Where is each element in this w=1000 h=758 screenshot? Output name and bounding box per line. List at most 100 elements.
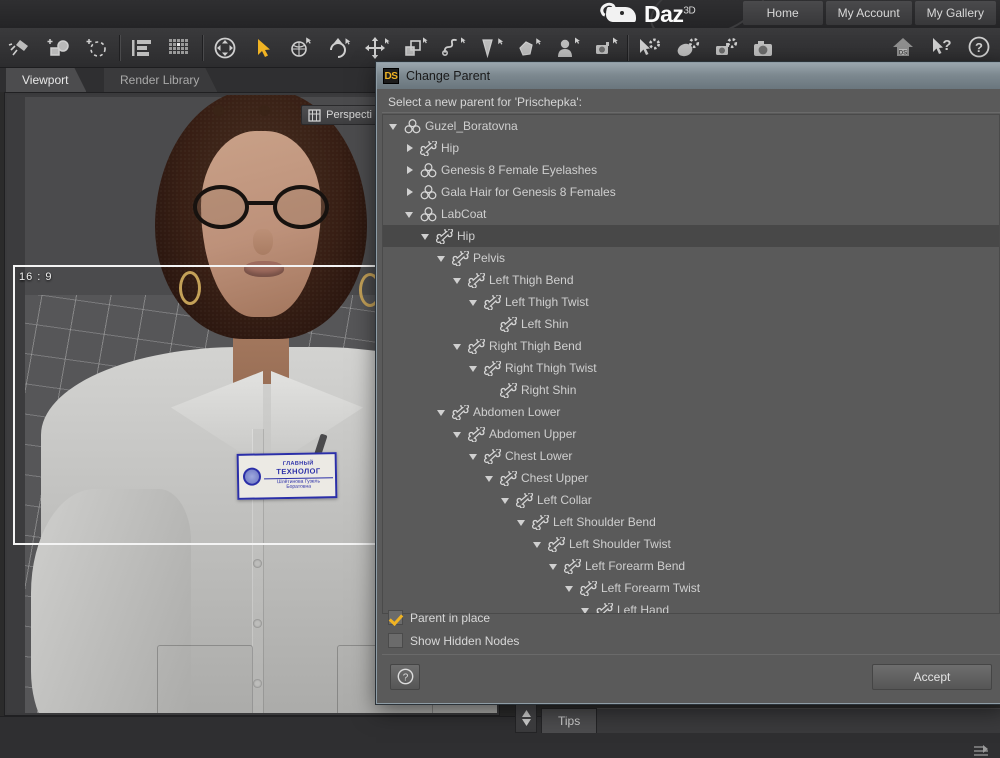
accept-button-label: Accept — [913, 669, 951, 684]
surface-selection-icon[interactable] — [510, 29, 548, 67]
coat-button — [253, 619, 262, 628]
status-log-icon[interactable] — [974, 744, 992, 758]
chevron-down-icon[interactable] — [469, 363, 480, 374]
render-settings-icon[interactable] — [669, 29, 707, 67]
figure-select-icon[interactable] — [548, 29, 586, 67]
spinner-up-icon — [521, 710, 531, 717]
chevron-down-icon[interactable] — [405, 209, 416, 220]
tree-node[interactable]: Right Thigh Twist — [383, 357, 999, 379]
bone-icon — [436, 228, 453, 244]
tree-node-label: Chest Upper — [521, 471, 589, 485]
chevron-right-icon[interactable] — [405, 143, 416, 154]
tree-node[interactable]: Left Shin — [383, 313, 999, 335]
camera-select-icon[interactable] — [586, 29, 624, 67]
parent-in-place-checkbox-box[interactable] — [388, 610, 403, 625]
chevron-down-icon[interactable] — [549, 561, 560, 572]
viewport-camera-selector[interactable]: Perspecti — [301, 105, 379, 125]
chevron-down-icon[interactable] — [533, 539, 544, 550]
chevron-down-icon[interactable] — [453, 275, 464, 286]
accept-button[interactable]: Accept — [872, 663, 992, 690]
timeline-spinner[interactable] — [515, 703, 537, 733]
mesh-tool-icon[interactable] — [472, 29, 510, 67]
tree-node[interactable]: Left Shoulder Bend — [383, 511, 999, 533]
node-selection-icon[interactable] — [244, 29, 282, 67]
pointer-settings-icon[interactable] — [631, 29, 669, 67]
show-hidden-nodes-checkbox-box[interactable] — [388, 633, 403, 648]
nav-my-gallery[interactable]: My Gallery — [914, 1, 996, 25]
dialog-titlebar[interactable]: DS Change Parent — [377, 63, 1000, 89]
tree-node[interactable]: Chest Lower — [383, 445, 999, 467]
parent-in-place-checkbox[interactable]: Parent in place — [384, 606, 1000, 629]
chevron-down-icon[interactable] — [389, 121, 400, 132]
tab-render-library[interactable]: Render Library — [104, 68, 217, 92]
render-camera-icon[interactable] — [745, 29, 783, 67]
tree-node[interactable]: Hip — [383, 137, 999, 159]
bone-icon — [500, 470, 517, 486]
spotlight-tool-icon[interactable] — [2, 29, 40, 67]
eye-right — [259, 105, 270, 116]
tree-node[interactable]: Gala Hair for Genesis 8 Females — [383, 181, 999, 203]
chevron-down-icon[interactable] — [421, 231, 432, 242]
eye-left — [213, 105, 224, 116]
tree-node[interactable]: Genesis 8 Female Eyelashes — [383, 159, 999, 181]
chevron-down-icon[interactable] — [453, 341, 464, 352]
parent-in-place-label: Parent in place — [410, 610, 491, 625]
rotate-orbit-icon[interactable] — [282, 29, 320, 67]
chevron-down-icon[interactable] — [469, 297, 480, 308]
nav-my-account[interactable]: My Account — [825, 1, 912, 25]
tree-node[interactable]: Chest Upper — [383, 467, 999, 489]
tree-node[interactable]: Left Forearm Bend — [383, 555, 999, 577]
chevron-down-icon[interactable] — [485, 473, 496, 484]
daz-home-icon[interactable]: DS — [884, 28, 922, 66]
tree-node[interactable]: Guzel_Boratovna — [383, 115, 999, 137]
chevron-right-icon[interactable] — [405, 187, 416, 198]
tree-node[interactable]: Abdomen Lower — [383, 401, 999, 423]
tree-node[interactable]: LabCoat — [383, 203, 999, 225]
chevron-down-icon[interactable] — [437, 253, 448, 264]
chevron-down-icon[interactable] — [437, 407, 448, 418]
scale-tool-icon[interactable] — [396, 29, 434, 67]
dialog-options: Parent in place Show Hidden Nodes — [384, 606, 1000, 652]
bone-icon — [500, 316, 517, 332]
tab-tips[interactable]: Tips — [541, 708, 598, 733]
tree-node-label: Chest Lower — [505, 449, 573, 463]
add-camera-icon[interactable] — [40, 29, 78, 67]
viewport-left-gutter — [7, 95, 25, 713]
camera-settings-icon[interactable] — [707, 29, 745, 67]
figure-icon — [420, 206, 437, 221]
tree-node[interactable]: Right Shin — [383, 379, 999, 401]
tree-node[interactable]: Left Thigh Twist — [383, 291, 999, 313]
universal-manip-icon[interactable] — [206, 29, 244, 67]
scene-list-icon[interactable] — [123, 29, 161, 67]
tab-viewport[interactable]: Viewport — [6, 68, 86, 92]
tree-node[interactable]: Right Thigh Bend — [383, 335, 999, 357]
help-button[interactable]: ? — [390, 663, 420, 690]
tree-node[interactable]: Left Forearm Twist — [383, 577, 999, 599]
tree-node[interactable]: Left Collar — [383, 489, 999, 511]
chevron-right-icon[interactable] — [405, 165, 416, 176]
add-group-icon[interactable] — [78, 29, 116, 67]
show-hidden-nodes-checkbox[interactable]: Show Hidden Nodes — [384, 629, 1000, 652]
chevron-down-icon[interactable] — [565, 583, 576, 594]
coat-button — [253, 679, 262, 688]
tree-node[interactable]: Abdomen Upper — [383, 423, 999, 445]
chevron-down-icon[interactable] — [501, 495, 512, 506]
help-icon[interactable]: ? — [960, 28, 998, 66]
change-parent-dialog: DS Change Parent Select a new parent for… — [376, 62, 1000, 704]
tree-node[interactable]: Hip — [383, 225, 999, 247]
parent-node-tree[interactable]: Guzel_Boratovna Hip Genesis 8 Female Eyela… — [382, 114, 1000, 614]
bone-tool-icon[interactable] — [434, 29, 472, 67]
rotate-tool-icon[interactable] — [320, 29, 358, 67]
tree-node[interactable]: Left Shoulder Twist — [383, 533, 999, 555]
grid-layout-icon[interactable] — [161, 29, 199, 67]
tree-node[interactable]: Pelvis — [383, 247, 999, 269]
show-hidden-nodes-label: Show Hidden Nodes — [410, 633, 520, 648]
nav-home[interactable]: Home — [742, 1, 823, 25]
context-help-icon[interactable]: ? — [922, 28, 960, 66]
chevron-down-icon[interactable] — [453, 429, 464, 440]
tree-node[interactable]: Left Thigh Bend — [383, 269, 999, 291]
chevron-down-icon[interactable] — [517, 517, 528, 528]
translate-tool-icon[interactable] — [358, 29, 396, 67]
chevron-down-icon[interactable] — [469, 451, 480, 462]
